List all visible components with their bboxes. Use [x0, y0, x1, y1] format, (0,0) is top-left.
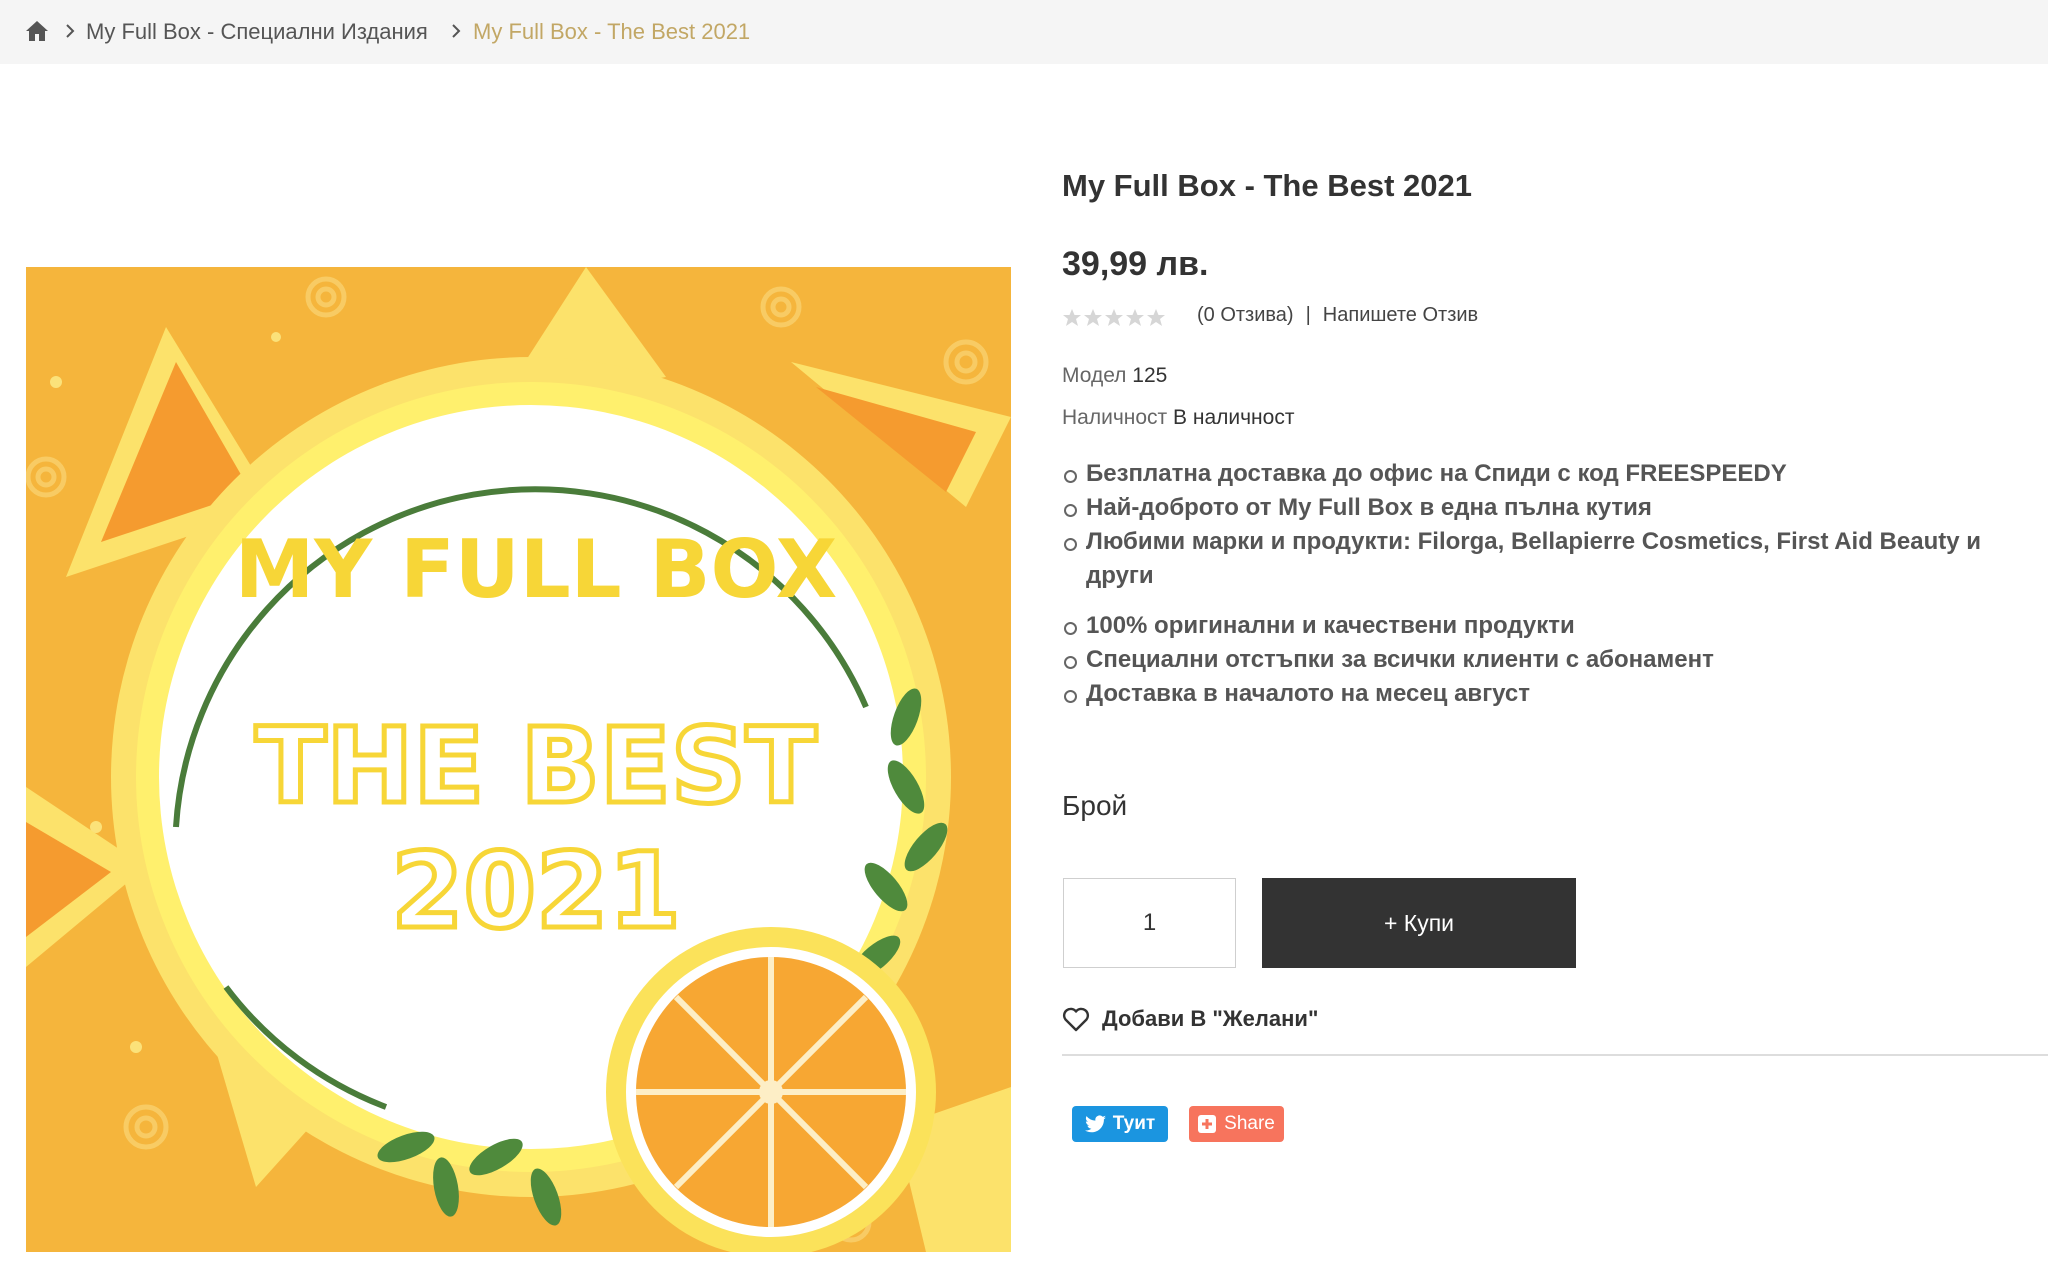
product-image[interactable]: MY FULL BOX THE BEST 2021	[26, 267, 1011, 1252]
reviews-separator: |	[1305, 304, 1311, 326]
availability-label: Наличност	[1062, 406, 1168, 429]
feature-item: Любими марки и продукти: Filorga, Bellap…	[1062, 525, 2042, 593]
home-icon[interactable]	[24, 18, 50, 44]
image-subtitle-text: THE BEST	[255, 705, 816, 827]
image-year-text: 2021	[391, 830, 680, 952]
feature-list: Безплатна доставка до офис на Спиди с ко…	[1062, 457, 2042, 593]
twitter-bird-icon	[1084, 1115, 1106, 1133]
write-review-link[interactable]: Напишете Отзив	[1323, 304, 1478, 326]
breadcrumb-current: My Full Box - The Best 2021	[473, 19, 751, 44]
star-icon	[1105, 309, 1123, 326]
buy-button[interactable]: + Купи	[1262, 878, 1576, 968]
plus-square-icon	[1198, 1115, 1217, 1133]
wishlist-label: Добави В "Желани"	[1102, 1006, 1319, 1031]
star-icon	[1126, 309, 1144, 326]
share-button[interactable]: Share	[1189, 1106, 1284, 1142]
availability-value: В наличност	[1173, 406, 1295, 429]
chevron-right-icon	[66, 24, 75, 38]
share-label: Share	[1224, 1113, 1275, 1134]
model-row: Модел 125	[1062, 364, 1167, 388]
heart-icon	[1062, 1007, 1090, 1032]
product-title: My Full Box - The Best 2021	[1062, 168, 1472, 203]
star-icon	[1084, 309, 1102, 326]
rating-stars	[1063, 309, 1165, 326]
feature-item: Безплатна доставка до офис на Спиди с ко…	[1062, 457, 2042, 491]
feature-item: Доставка в началото на месец август	[1062, 677, 2042, 711]
star-icon	[1063, 309, 1081, 326]
product-price: 39,99 лв.	[1062, 245, 1209, 283]
quantity-label: Брой	[1062, 790, 1128, 821]
availability-row: Наличност В наличност	[1062, 406, 1294, 430]
model-label: Модел	[1062, 364, 1127, 387]
divider	[1062, 1054, 2048, 1056]
tweet-button[interactable]: Туит	[1072, 1106, 1168, 1142]
image-title-text: MY FULL BOX	[235, 523, 838, 616]
model-value: 125	[1132, 364, 1168, 387]
feature-item: Специални отстъпки за всички клиенти с а…	[1062, 643, 2042, 677]
feature-list: 100% оригинални и качествени продукти Сп…	[1062, 609, 2042, 711]
breadcrumb-link-special-editions[interactable]: My Full Box - Специални Издания	[86, 18, 428, 46]
feature-item: 100% оригинални и качествени продукти	[1062, 609, 2042, 643]
tweet-label: Туит	[1112, 1113, 1156, 1134]
breadcrumb: My Full Box - Специални Издания My Full …	[0, 0, 2048, 64]
reviews-row: (0 Отзива) | Напишете Отзив	[1197, 304, 1478, 327]
add-to-wishlist-link[interactable]: Добави В "Желани"	[1062, 1004, 1318, 1034]
star-icon	[1147, 309, 1165, 326]
chevron-right-icon	[452, 24, 461, 38]
reviews-count-link[interactable]: (0 Отзива)	[1197, 304, 1294, 326]
feature-item: Най-доброто от My Full Box в една пълна …	[1062, 491, 2042, 525]
quantity-input[interactable]	[1063, 878, 1236, 968]
